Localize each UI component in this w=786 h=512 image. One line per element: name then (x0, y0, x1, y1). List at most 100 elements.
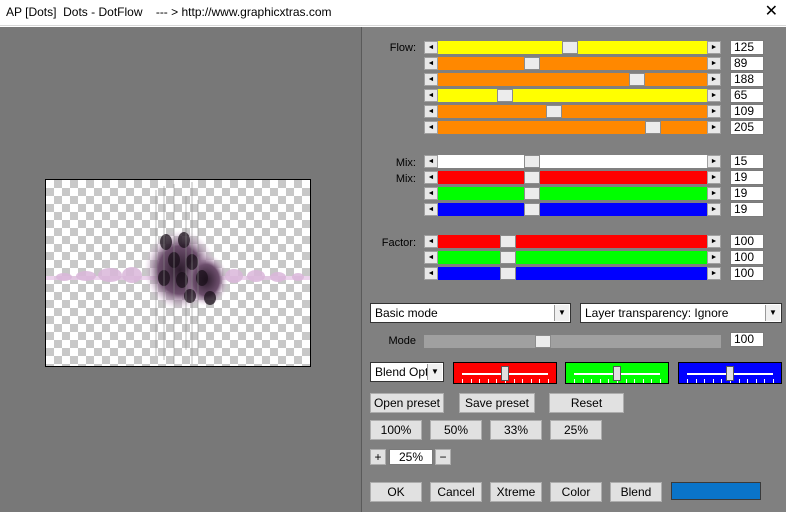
blue-color-slider[interactable] (678, 362, 782, 384)
arrow-left-icon[interactable]: ◄ (424, 203, 438, 216)
slider-track[interactable] (438, 203, 707, 216)
slider-thumb[interactable] (524, 203, 541, 216)
arrow-right-icon[interactable]: ► (707, 251, 721, 264)
zoom-out-button[interactable]: − (435, 449, 451, 465)
color-preview-swatch[interactable] (671, 482, 761, 500)
slider-track[interactable] (438, 121, 707, 134)
zoom-in-button[interactable]: + (370, 449, 386, 465)
slider-thumb[interactable] (534, 335, 551, 348)
flow-slider-1[interactable]: ◄ ► (424, 41, 721, 54)
ok-button[interactable]: OK (370, 482, 422, 502)
slider-thumb[interactable] (499, 267, 516, 280)
arrow-right-icon[interactable]: ► (707, 89, 721, 102)
zoom-33-button[interactable]: 33% (490, 420, 542, 440)
arrow-right-icon[interactable]: ► (707, 171, 721, 184)
slider-track[interactable] (438, 105, 707, 118)
factor-slider-3[interactable]: ◄ ► (424, 267, 721, 280)
slider-thumb[interactable] (545, 105, 562, 118)
flow-value-5[interactable]: 109 (730, 104, 764, 119)
arrow-left-icon[interactable]: ◄ (424, 267, 438, 280)
slider-track[interactable] (438, 235, 707, 248)
mix-value-3[interactable]: 19 (730, 186, 764, 201)
mix-value-1[interactable]: 15 (730, 154, 764, 169)
flow-value-3[interactable]: 188 (730, 72, 764, 87)
slider-track[interactable] (438, 41, 707, 54)
slider-thumb[interactable] (561, 41, 578, 54)
save-preset-button[interactable]: Save preset (459, 393, 535, 413)
factor-value-1[interactable]: 100 (730, 234, 764, 249)
factor-slider-1[interactable]: ◄ ► (424, 235, 721, 248)
arrow-right-icon[interactable]: ► (707, 73, 721, 86)
slider-track[interactable] (438, 251, 707, 264)
chevron-down-icon[interactable]: ▼ (765, 305, 780, 321)
factor-slider-2[interactable]: ◄ ► (424, 251, 721, 264)
open-preset-button[interactable]: Open preset (370, 393, 444, 413)
mix-slider-1[interactable]: ◄ ► (424, 155, 721, 168)
slider-thumb[interactable] (497, 89, 514, 102)
arrow-left-icon[interactable]: ◄ (424, 251, 438, 264)
chevron-down-icon[interactable]: ▼ (427, 364, 442, 380)
arrow-left-icon[interactable]: ◄ (424, 73, 438, 86)
arrow-left-icon[interactable]: ◄ (424, 187, 438, 200)
flow-slider-3[interactable]: ◄ ► (424, 73, 721, 86)
slider-thumb[interactable] (524, 171, 541, 184)
arrow-left-icon[interactable]: ◄ (424, 235, 438, 248)
flow-value-1[interactable]: 125 (730, 40, 764, 55)
slider-thumb[interactable] (524, 155, 541, 168)
slider-thumb[interactable] (499, 235, 516, 248)
slider-thumb[interactable] (645, 121, 662, 134)
arrow-right-icon[interactable]: ► (707, 267, 721, 280)
arrow-left-icon[interactable]: ◄ (424, 155, 438, 168)
slider-track[interactable] (438, 155, 707, 168)
mix-slider-2[interactable]: ◄ ► (424, 171, 721, 184)
arrow-right-icon[interactable]: ► (707, 105, 721, 118)
arrow-right-icon[interactable]: ► (707, 121, 721, 134)
slider-track[interactable] (438, 73, 707, 86)
arrow-left-icon[interactable]: ◄ (424, 57, 438, 70)
factor-value-2[interactable]: 100 (730, 250, 764, 265)
zoom-100-button[interactable]: 100% (370, 420, 422, 440)
arrow-right-icon[interactable]: ► (707, 41, 721, 54)
slider-thumb[interactable] (499, 251, 516, 264)
blend-options-dropdown[interactable]: Blend Optio ▼ (370, 362, 444, 382)
factor-value-3[interactable]: 100 (730, 266, 764, 281)
arrow-left-icon[interactable]: ◄ (424, 171, 438, 184)
slider-track[interactable] (424, 335, 721, 348)
arrow-left-icon[interactable]: ◄ (424, 121, 438, 134)
layer-transparency-dropdown[interactable]: Layer transparency: Ignore ▼ (580, 303, 782, 323)
arrow-right-icon[interactable]: ► (707, 187, 721, 200)
red-color-slider[interactable] (453, 362, 557, 384)
slider-thumb[interactable] (629, 73, 646, 86)
arrow-left-icon[interactable]: ◄ (424, 105, 438, 118)
flow-slider-5[interactable]: ◄ ► (424, 105, 721, 118)
mix-value-2[interactable]: 19 (730, 170, 764, 185)
arrow-left-icon[interactable]: ◄ (424, 89, 438, 102)
flow-slider-2[interactable]: ◄ ► (424, 57, 721, 70)
close-icon[interactable]: ✕ (765, 2, 778, 22)
flow-value-2[interactable]: 89 (730, 56, 764, 71)
arrow-right-icon[interactable]: ► (707, 235, 721, 248)
slider-track[interactable] (438, 89, 707, 102)
reset-button[interactable]: Reset (549, 393, 624, 413)
slider-thumb[interactable] (613, 366, 621, 381)
mix-slider-3[interactable]: ◄ ► (424, 187, 721, 200)
chevron-down-icon[interactable]: ▼ (554, 305, 569, 321)
blend-button[interactable]: Blend (610, 482, 662, 502)
slider-thumb[interactable] (524, 187, 541, 200)
arrow-right-icon[interactable]: ► (707, 57, 721, 70)
mode-value[interactable]: 100 (730, 332, 764, 347)
flow-value-6[interactable]: 205 (730, 120, 764, 135)
zoom-value[interactable]: 25% (389, 449, 433, 465)
slider-thumb[interactable] (524, 57, 541, 70)
cancel-button[interactable]: Cancel (430, 482, 482, 502)
mix-value-4[interactable]: 19 (730, 202, 764, 217)
slider-track[interactable] (438, 267, 707, 280)
zoom-25-button[interactable]: 25% (550, 420, 602, 440)
color-button[interactable]: Color (550, 482, 602, 502)
mode-dropdown[interactable]: Basic mode ▼ (370, 303, 571, 323)
xtreme-button[interactable]: Xtreme (490, 482, 542, 502)
arrow-right-icon[interactable]: ► (707, 155, 721, 168)
flow-slider-6[interactable]: ◄ ► (424, 121, 721, 134)
preview-canvas[interactable] (45, 179, 311, 367)
slider-track[interactable] (438, 187, 707, 200)
